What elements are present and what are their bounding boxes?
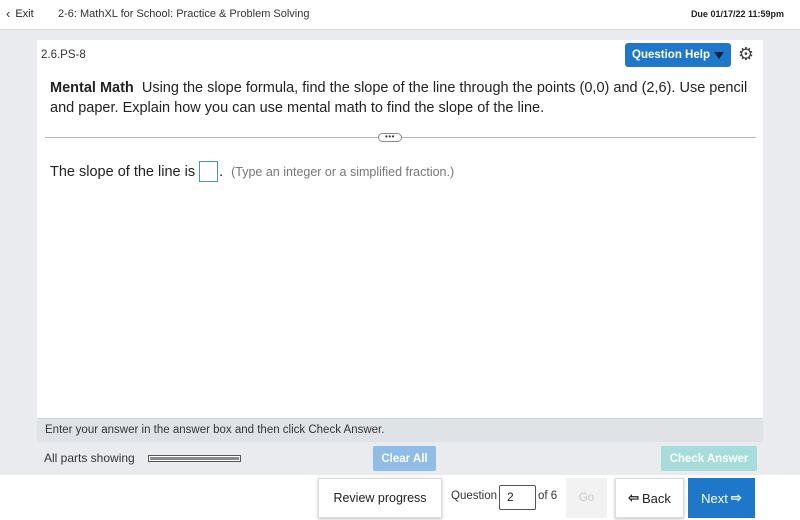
expand-dots-button[interactable]: ••• xyxy=(378,133,402,142)
question-help-label: Question Help xyxy=(632,49,710,61)
review-progress-button[interactable]: Review progress xyxy=(318,478,442,518)
answer-row: The slope of the line is . (Type an inte… xyxy=(50,161,454,182)
answer-hint: (Type an integer or a simplified fractio… xyxy=(231,164,455,179)
parts-progress-fill xyxy=(150,457,239,460)
dropdown-triangle-icon xyxy=(713,52,724,59)
instruction-bar: Enter your answer in the answer box and … xyxy=(37,418,763,442)
top-bar: ‹ Exit 2-6: MathXL for School: Practice … xyxy=(0,0,800,30)
answer-suffix: . xyxy=(219,163,224,180)
check-answer-button[interactable]: Check Answer xyxy=(661,446,757,471)
back-button[interactable]: ⇦ Back xyxy=(615,478,684,518)
due-date: Due 01/17/22 11:59pm xyxy=(690,9,784,19)
chevron-left-icon: ‹ xyxy=(6,6,11,21)
next-button[interactable]: Next ⇨ xyxy=(688,478,755,518)
question-number-input[interactable]: 2 xyxy=(499,485,536,510)
gear-icon[interactable]: ⚙ xyxy=(737,45,755,63)
next-label: Next xyxy=(701,490,728,506)
go-button[interactable]: Go xyxy=(566,478,607,518)
question-text: Mental Math Using the slope formula, fin… xyxy=(50,78,750,118)
question-body: Using the slope formula, find the slope … xyxy=(50,80,748,116)
assignment-title: 2-6: MathXL for School: Practice & Probl… xyxy=(58,8,310,20)
clear-all-button[interactable]: Clear All xyxy=(373,446,436,471)
exit-label: Exit xyxy=(15,7,34,20)
instruction-text: Enter your answer in the answer box and … xyxy=(45,424,385,436)
exit-button[interactable]: ‹ Exit xyxy=(6,7,34,20)
parts-progress-bar xyxy=(148,455,241,462)
parts-showing-label: All parts showing xyxy=(44,451,135,465)
question-id: 2.6.PS-8 xyxy=(41,49,86,61)
back-label: Back xyxy=(642,490,671,506)
answer-prefix: The slope of the line is xyxy=(50,163,196,180)
question-number-label: Question xyxy=(451,490,498,502)
question-help-button[interactable]: Question Help xyxy=(625,43,731,67)
arrow-left-icon: ⇦ xyxy=(628,490,639,505)
question-lead: Mental Math xyxy=(50,80,134,96)
question-total: of 6 xyxy=(538,490,558,502)
arrow-right-icon: ⇨ xyxy=(730,490,742,505)
answer-input[interactable] xyxy=(199,161,219,182)
